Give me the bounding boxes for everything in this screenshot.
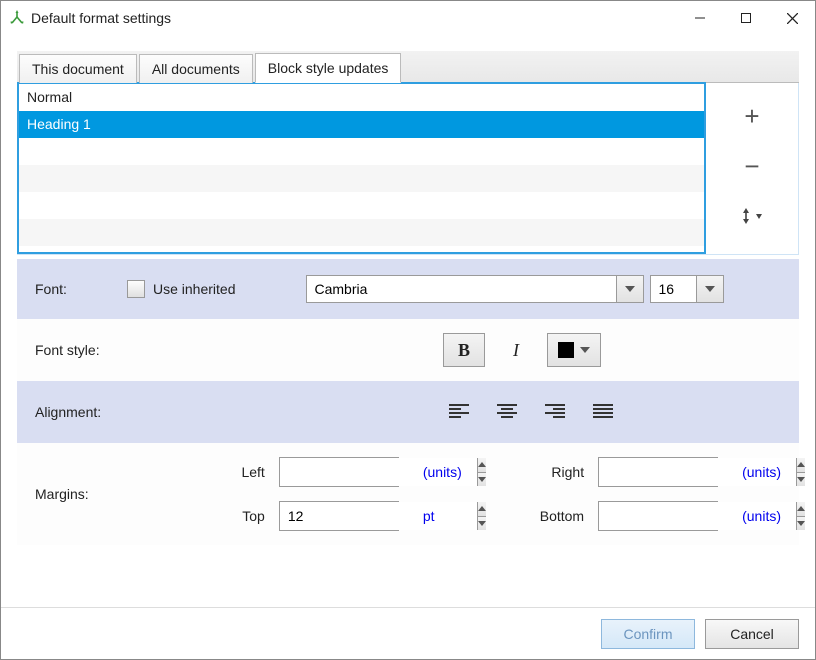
font-size-input[interactable] xyxy=(650,275,696,303)
margin-right-label: Right xyxy=(540,464,584,480)
margin-bottom-spinner[interactable] xyxy=(598,501,718,531)
margin-right-units[interactable]: (units) xyxy=(742,464,781,480)
dialog-footer: Confirm Cancel xyxy=(1,607,815,659)
margins-band: Margins: Left (units) Right (units) xyxy=(17,443,799,545)
updown-arrow-icon xyxy=(738,205,766,227)
style-row-empty xyxy=(19,138,704,165)
align-left-icon xyxy=(449,404,469,420)
spin-up[interactable] xyxy=(478,458,486,473)
margin-left-units[interactable]: (units) xyxy=(423,464,462,480)
font-size-combo[interactable] xyxy=(650,275,724,303)
tab-this-document[interactable]: This document xyxy=(19,54,137,83)
window-controls xyxy=(677,3,815,33)
color-swatch-icon xyxy=(558,342,574,358)
italic-icon: I xyxy=(513,340,519,361)
confirm-button-label: Confirm xyxy=(623,626,672,642)
cancel-button-label: Cancel xyxy=(730,626,774,642)
style-row-heading1[interactable]: Heading 1 xyxy=(19,111,704,138)
style-row-empty xyxy=(19,165,704,192)
margin-top-spinner[interactable] xyxy=(279,501,399,531)
margin-bottom-label: Bottom xyxy=(540,508,584,524)
font-name-combo[interactable] xyxy=(306,275,644,303)
use-inherited-checkbox[interactable] xyxy=(127,280,145,298)
use-inherited-label: Use inherited xyxy=(153,281,236,297)
margin-bottom-units[interactable]: (units) xyxy=(742,508,781,524)
font-style-label: Font style: xyxy=(35,342,100,358)
align-justify-button[interactable] xyxy=(593,404,613,420)
align-justify-icon xyxy=(593,404,613,420)
chevron-down-icon xyxy=(580,347,590,353)
style-side-buttons: + − xyxy=(706,83,798,254)
titlebar-left: Default format settings xyxy=(9,10,171,26)
spin-down[interactable] xyxy=(478,517,486,531)
cancel-button[interactable]: Cancel xyxy=(705,619,799,649)
tab-block-style-updates[interactable]: Block style updates xyxy=(255,53,402,83)
tab-area: This document All documents Block style … xyxy=(17,51,799,255)
spin-up[interactable] xyxy=(797,458,805,473)
style-list[interactable]: Normal Heading 1 xyxy=(17,82,706,254)
bold-button[interactable]: B xyxy=(443,333,485,367)
style-row-empty xyxy=(19,219,704,246)
margin-right-spinner[interactable] xyxy=(598,457,718,487)
app-icon xyxy=(9,10,25,26)
margins-grid: Left (units) Right (units) Top xyxy=(241,457,781,531)
chevron-down-icon xyxy=(705,286,715,292)
spin-down[interactable] xyxy=(478,473,486,487)
font-size-dropdown[interactable] xyxy=(696,275,724,303)
minimize-button[interactable] xyxy=(677,3,723,33)
spin-down[interactable] xyxy=(797,473,805,487)
margin-left-spinner[interactable] xyxy=(279,457,399,487)
align-right-button[interactable] xyxy=(545,404,565,420)
settings-area: Font: Use inherited xyxy=(17,259,799,545)
maximize-button[interactable] xyxy=(723,3,769,33)
bold-icon: B xyxy=(458,340,470,361)
dialog-window: Default format settings This document Al… xyxy=(0,0,816,660)
window-title: Default format settings xyxy=(31,10,171,26)
reorder-style-button[interactable] xyxy=(729,199,775,233)
minus-icon: − xyxy=(744,153,759,179)
margin-left-label: Left xyxy=(241,464,264,480)
close-button[interactable] xyxy=(769,3,815,33)
font-label: Font: xyxy=(35,281,127,297)
confirm-button[interactable]: Confirm xyxy=(601,619,695,649)
style-row-normal[interactable]: Normal xyxy=(19,84,704,111)
italic-button[interactable]: I xyxy=(495,333,537,367)
add-style-button[interactable]: + xyxy=(729,99,775,133)
tab-bar: This document All documents Block style … xyxy=(17,51,799,83)
font-band: Font: Use inherited xyxy=(17,259,799,319)
margins-label: Margins: xyxy=(35,486,91,502)
style-row-empty xyxy=(19,192,704,219)
align-center-icon xyxy=(497,404,517,420)
font-name-dropdown[interactable] xyxy=(616,275,644,303)
spin-up[interactable] xyxy=(797,502,805,517)
font-color-button[interactable] xyxy=(547,333,601,367)
align-left-button[interactable] xyxy=(449,404,469,420)
spin-up[interactable] xyxy=(478,502,486,517)
alignment-label: Alignment: xyxy=(35,404,101,420)
style-panel: Normal Heading 1 + − xyxy=(17,83,799,255)
margin-top-label: Top xyxy=(241,508,264,524)
titlebar: Default format settings xyxy=(1,1,815,35)
chevron-down-icon xyxy=(625,286,635,292)
align-right-icon xyxy=(545,404,565,420)
plus-icon: + xyxy=(744,103,759,129)
spin-down[interactable] xyxy=(797,517,805,531)
content-area: This document All documents Block style … xyxy=(1,35,815,607)
remove-style-button[interactable]: − xyxy=(729,149,775,183)
align-center-button[interactable] xyxy=(497,404,517,420)
tab-all-documents[interactable]: All documents xyxy=(139,54,253,83)
font-name-input[interactable] xyxy=(306,275,616,303)
margin-top-units[interactable]: pt xyxy=(423,508,462,524)
alignment-band: Alignment: xyxy=(17,381,799,443)
font-style-band: Font style: B I xyxy=(17,319,799,381)
